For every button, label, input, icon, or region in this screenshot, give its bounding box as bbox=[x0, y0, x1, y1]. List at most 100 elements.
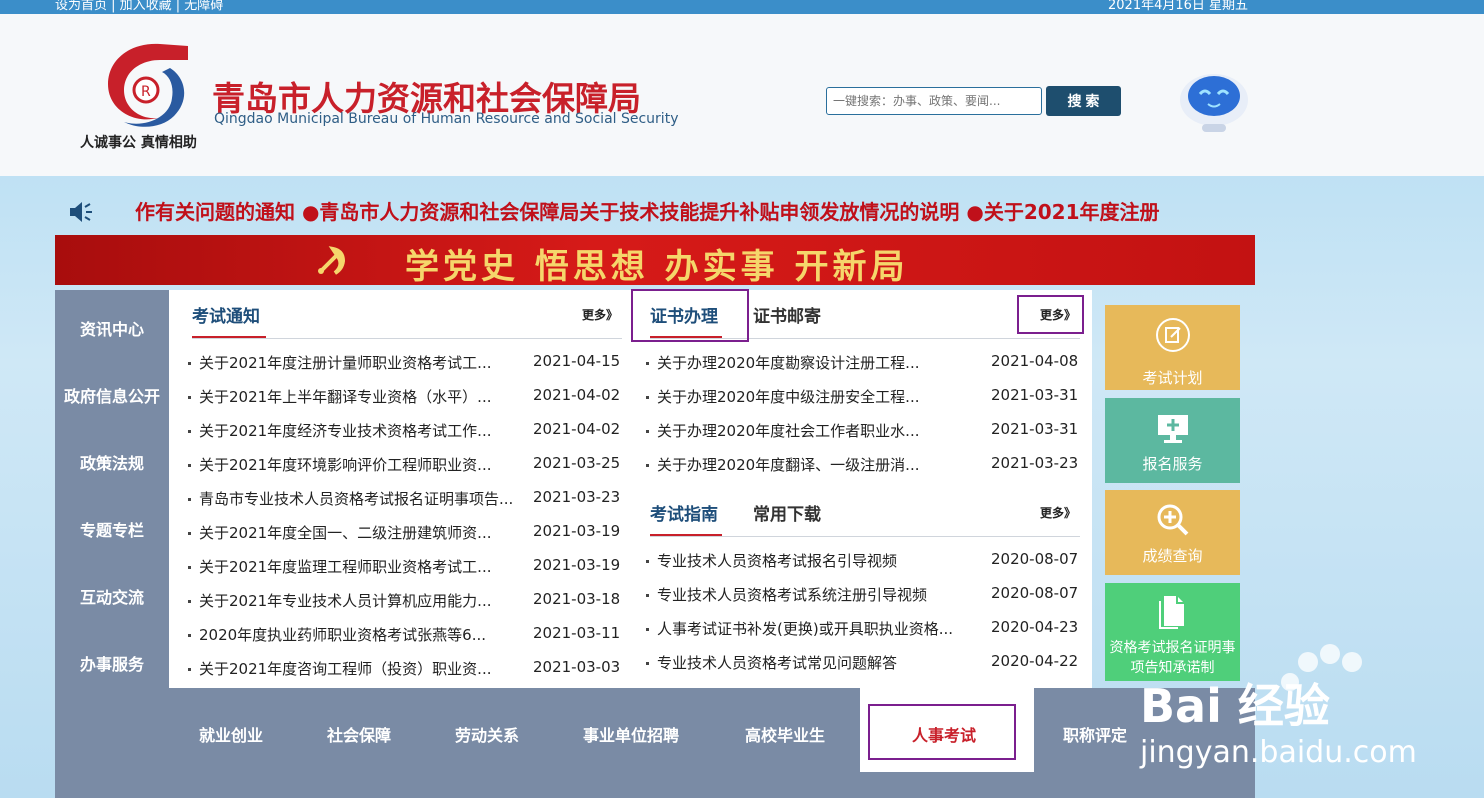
side-item-interaction[interactable]: 互动交流 bbox=[55, 584, 169, 608]
exam-notice-row[interactable]: 关于2021年度环境影响评价工程师职业资... 2021-03-25 bbox=[188, 454, 628, 476]
list-item-title[interactable]: 关于2021年度全国一、二级注册建筑师资... bbox=[199, 522, 539, 543]
nav-title-evaluation[interactable]: 职称评定 bbox=[1063, 722, 1127, 746]
nav-employment[interactable]: 就业创业 bbox=[199, 722, 263, 746]
list-item-title[interactable]: 关于办理2020年度勘察设计注册工程... bbox=[657, 352, 947, 373]
exam-plan-label: 考试计划 bbox=[1142, 369, 1203, 387]
category-nav: 就业创业 社会保障 劳动关系 事业单位招聘 高校毕业生 职称评定 bbox=[55, 688, 1255, 798]
search-button[interactable]: 搜 索 bbox=[1046, 86, 1121, 116]
list-item-title[interactable]: 关于2021年度咨询工程师（投资）职业资... bbox=[199, 658, 539, 679]
list-item-title[interactable]: 专业技术人员资格考试系统注册引导视频 bbox=[657, 584, 982, 605]
exam-plan-button[interactable]: 考试计划 bbox=[1105, 305, 1240, 390]
highlight-box bbox=[631, 289, 749, 342]
registration-service-label: 报名服务 bbox=[1142, 455, 1203, 473]
tab-exam-notice[interactable]: 考试通知 bbox=[192, 302, 260, 327]
exam-notice-row[interactable]: 关于2021年专业技术人员计算机应用能力... 2021-03-18 bbox=[188, 590, 628, 612]
certificate-row[interactable]: 关于办理2020年度中级注册安全工程... 2021-03-31 bbox=[646, 386, 1086, 408]
speaker-icon bbox=[70, 202, 92, 222]
list-item-date: 2020-04-22 bbox=[991, 652, 1079, 670]
robot-assistant-icon[interactable] bbox=[1176, 66, 1252, 136]
bullet-icon bbox=[188, 362, 191, 365]
side-item-news[interactable]: 资讯中心 bbox=[55, 316, 169, 340]
bullet-icon bbox=[646, 430, 649, 433]
list-item-date: 2021-03-19 bbox=[533, 556, 621, 574]
list-item-date: 2021-04-02 bbox=[533, 420, 621, 438]
exam-notice-row[interactable]: 关于2021年度全国一、二级注册建筑师资... 2021-03-19 bbox=[188, 522, 628, 544]
magnifier-icon bbox=[1157, 504, 1189, 536]
top-links[interactable]: 设为首页 | 加入收藏 | 无障碍 bbox=[55, 0, 223, 13]
svg-text:R: R bbox=[141, 84, 151, 100]
list-item-date: 2021-03-23 bbox=[533, 488, 621, 506]
score-query-button[interactable]: 成绩查询 bbox=[1105, 490, 1240, 575]
nav-labor-relations[interactable]: 劳动关系 bbox=[455, 722, 519, 746]
bullet-icon bbox=[188, 532, 191, 535]
more-link-guide[interactable]: 更多》 bbox=[1040, 504, 1076, 521]
date-display: 2021年4月16日 星期五 bbox=[1108, 0, 1249, 13]
tab-certificate-mail[interactable]: 证书邮寄 bbox=[753, 302, 821, 327]
exam-notice-row[interactable]: 2020年度执业药师职业资格考试张燕等6... 2021-03-11 bbox=[188, 624, 628, 646]
top-bar: 设为首页 | 加入收藏 | 无障碍 2021年4月16日 星期五 bbox=[0, 0, 1484, 14]
bureau-logo-icon: R bbox=[108, 43, 188, 127]
nav-personnel-exam[interactable]: 人事考试 bbox=[912, 722, 976, 746]
exam-notice-row[interactable]: 青岛市专业技术人员资格考试报名证明事项告... 2021-03-23 bbox=[188, 488, 628, 510]
bullet-icon bbox=[646, 560, 649, 563]
list-item-title[interactable]: 专业技术人员资格考试常见问题解答 bbox=[657, 652, 982, 673]
nav-institution-recruit[interactable]: 事业单位招聘 bbox=[583, 722, 679, 746]
more-link-exam-notice[interactable]: 更多》 bbox=[582, 306, 618, 323]
side-item-policy[interactable]: 政策法规 bbox=[55, 450, 169, 474]
party-banner: 学党史 悟思想 办实事 开新局 bbox=[55, 235, 1255, 285]
list-item-title[interactable]: 关于2021年度环境影响评价工程师职业资... bbox=[199, 454, 539, 475]
guide-row[interactable]: 专业技术人员资格考试常见问题解答 2020-04-22 bbox=[646, 652, 1086, 674]
party-emblem-icon bbox=[318, 246, 346, 275]
certificate-row[interactable]: 关于办理2020年度社会工作者职业水... 2021-03-31 bbox=[646, 420, 1086, 442]
exam-notice-row[interactable]: 关于2021年度咨询工程师（投资）职业资... 2021-03-03 bbox=[188, 658, 628, 680]
list-item-date: 2021-03-19 bbox=[533, 522, 621, 540]
list-item-title[interactable]: 关于2021年度监理工程师职业资格考试工... bbox=[199, 556, 539, 577]
search-input[interactable] bbox=[826, 87, 1042, 115]
list-item-title[interactable]: 青岛市专业技术人员资格考试报名证明事项告... bbox=[199, 488, 539, 509]
bullet-icon bbox=[188, 396, 191, 399]
list-item-title[interactable]: 关于办理2020年度中级注册安全工程... bbox=[657, 386, 947, 407]
guide-row[interactable]: 人事考试证书补发(更换)或开具职执业资格... 2020-04-23 bbox=[646, 618, 1086, 640]
guide-row[interactable]: 专业技术人员资格考试报名引导视频 2020-08-07 bbox=[646, 550, 1086, 572]
exam-notice-row[interactable]: 关于2021年度监理工程师职业资格考试工... 2021-03-19 bbox=[188, 556, 628, 578]
list-item-title[interactable]: 关于2021年度经济专业技术资格考试工作... bbox=[199, 420, 539, 441]
bullet-icon bbox=[646, 662, 649, 665]
side-item-gov-info[interactable]: 政府信息公开 bbox=[55, 383, 169, 407]
registration-service-button[interactable]: 报名服务 bbox=[1105, 398, 1240, 483]
exam-notice-row[interactable]: 关于2021年度经济专业技术资格考试工作... 2021-04-02 bbox=[188, 420, 628, 442]
guide-row[interactable]: 专业技术人员资格考试系统注册引导视频 2020-08-07 bbox=[646, 584, 1086, 606]
exam-notice-row[interactable]: 关于2021年上半年翻译专业资格（水平）... 2021-04-02 bbox=[188, 386, 628, 408]
certificate-row[interactable]: 关于办理2020年度勘察设计注册工程... 2021-04-08 bbox=[646, 352, 1086, 374]
bullet-icon bbox=[188, 430, 191, 433]
list-item-title[interactable]: 关于2021年专业技术人员计算机应用能力... bbox=[199, 590, 539, 611]
list-item-date: 2021-03-31 bbox=[991, 420, 1079, 438]
side-item-topics[interactable]: 专题专栏 bbox=[55, 517, 169, 541]
list-item-title[interactable]: 关于2021年度注册计量师职业资格考试工... bbox=[199, 352, 539, 373]
bullet-icon bbox=[188, 634, 191, 637]
exam-notice-row[interactable]: 关于2021年度注册计量师职业资格考试工... 2021-04-15 bbox=[188, 352, 628, 374]
list-item-title[interactable]: 关于2021年上半年翻译专业资格（水平）... bbox=[199, 386, 539, 407]
tab-downloads[interactable]: 常用下载 bbox=[753, 500, 821, 525]
ticker-text[interactable]: 作有关问题的通知 ●青岛市人力资源和社会保障局关于技术技能提升补贴申领发放情况的… bbox=[135, 196, 1255, 225]
list-item-title[interactable]: 人事考试证书补发(更换)或开具职执业资格... bbox=[657, 618, 982, 639]
certificate-row[interactable]: 关于办理2020年度翻译、一级注册消... 2021-03-23 bbox=[646, 454, 1086, 476]
nav-graduates[interactable]: 高校毕业生 bbox=[745, 722, 825, 746]
list-item-title[interactable]: 2020年度执业药师职业资格考试张燕等6... bbox=[199, 624, 539, 645]
site-header: R 人诚事公 真情相助 青岛市人力资源和社会保障局 Qingdao Munici… bbox=[0, 14, 1484, 176]
divider bbox=[650, 536, 1080, 537]
list-item-title[interactable]: 专业技术人员资格考试报名引导视频 bbox=[657, 550, 982, 571]
list-item-date: 2020-04-23 bbox=[991, 618, 1079, 636]
list-item-title[interactable]: 关于办理2020年度社会工作者职业水... bbox=[657, 420, 947, 441]
bullet-icon bbox=[188, 600, 191, 603]
list-item-date: 2021-04-08 bbox=[991, 352, 1079, 370]
banner-slogan: 学党史 悟思想 办实事 开新局 bbox=[405, 247, 909, 285]
site-title-en: Qingdao Municipal Bureau of Human Resour… bbox=[214, 111, 679, 127]
nav-social-security[interactable]: 社会保障 bbox=[327, 722, 391, 746]
list-item-date: 2021-03-18 bbox=[533, 590, 621, 608]
tab-exam-guide[interactable]: 考试指南 bbox=[650, 500, 718, 525]
list-item-date: 2021-03-03 bbox=[533, 658, 621, 676]
list-item-title[interactable]: 关于办理2020年度翻译、一级注册消... bbox=[657, 454, 947, 475]
edit-icon bbox=[1156, 318, 1190, 352]
side-item-services[interactable]: 办事服务 bbox=[55, 651, 169, 675]
list-item-date: 2021-03-11 bbox=[533, 624, 621, 642]
